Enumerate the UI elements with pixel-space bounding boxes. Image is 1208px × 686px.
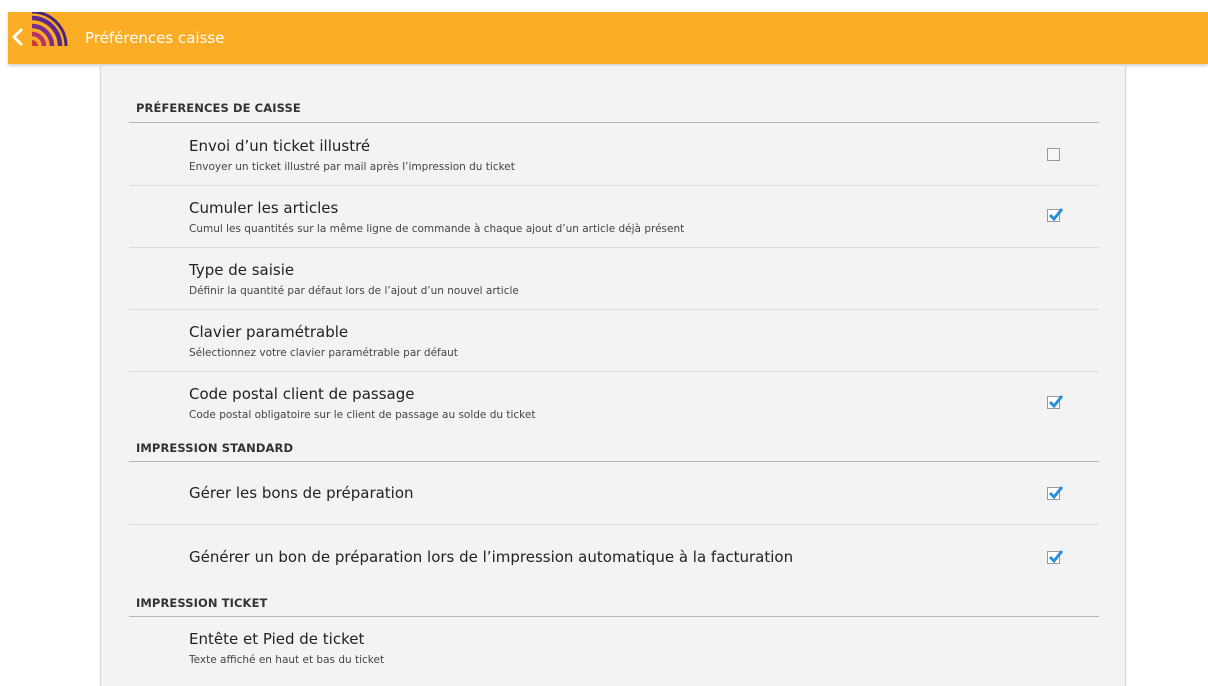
pref-envoi-ticket-illustre[interactable]: Envoi d’un ticket illustré Envoyer un ti… bbox=[129, 123, 1099, 185]
checkbox-cumuler-articles[interactable] bbox=[1047, 208, 1064, 222]
pref-cumuler-articles[interactable]: Cumuler les articles Cumul les quantités… bbox=[129, 186, 1099, 247]
pref-subtitle: Sélectionnez votre clavier paramétrable … bbox=[189, 347, 458, 359]
pref-type-saisie[interactable]: Type de saisie Définir la quantité par d… bbox=[129, 248, 1099, 309]
checkmark-icon bbox=[1048, 486, 1064, 500]
checkmark-icon bbox=[1048, 395, 1064, 409]
section-header-preferences-caisse: PRÉFERENCES DE CAISSE bbox=[136, 101, 301, 115]
chevron-left-icon bbox=[12, 28, 23, 46]
signal-logo-icon bbox=[31, 12, 68, 47]
checkbox-envoi-ticket-illustre[interactable] bbox=[1047, 148, 1060, 161]
section-header-impression-ticket: IMPRESSION TICKET bbox=[136, 596, 268, 610]
pref-code-postal[interactable]: Code postal client de passage Code posta… bbox=[129, 372, 1099, 430]
pref-subtitle: Définir la quantité par défaut lors de l… bbox=[189, 285, 519, 297]
pref-subtitle: Texte affiché en haut et bas du ticket bbox=[189, 654, 385, 666]
pref-title: Cumuler les articles bbox=[189, 199, 339, 217]
section-header-impression-standard: IMPRESSION STANDARD bbox=[136, 441, 294, 455]
pref-subtitle: Envoyer un ticket illustré par mail aprè… bbox=[189, 161, 515, 173]
checkmark-icon bbox=[1048, 208, 1064, 222]
checkbox-gerer-bons-preparation[interactable] bbox=[1047, 486, 1064, 500]
pref-title: Clavier paramétrable bbox=[189, 323, 349, 341]
pref-title: Générer un bon de préparation lors de l’… bbox=[189, 548, 794, 566]
settings-panel: PRÉFERENCES DE CAISSE Envoi d’un ticket … bbox=[100, 66, 1126, 686]
pref-title: Type de saisie bbox=[189, 261, 295, 279]
pref-clavier-parametrable[interactable]: Clavier paramétrable Sélectionnez votre … bbox=[129, 310, 1099, 371]
page-title: Préférences caisse bbox=[85, 29, 225, 47]
pref-title: Entête et Pied de ticket bbox=[189, 630, 365, 648]
pref-entete-pied-ticket[interactable]: Entête et Pied de ticket Texte affiché e… bbox=[129, 617, 1099, 677]
pref-title: Envoi d’un ticket illustré bbox=[189, 137, 371, 155]
action-bar: Préférences caisse bbox=[8, 12, 1208, 64]
checkbox-code-postal[interactable] bbox=[1047, 395, 1064, 409]
pref-generer-bon-preparation[interactable]: Générer un bon de préparation lors de l’… bbox=[129, 525, 1099, 589]
pref-title: Code postal client de passage bbox=[189, 385, 415, 403]
app-logo-icon bbox=[12, 12, 68, 47]
pref-gerer-bons-preparation[interactable]: Gérer les bons de préparation bbox=[129, 462, 1099, 524]
checkmark-icon bbox=[1048, 550, 1064, 564]
pref-subtitle: Code postal obligatoire sur le client de… bbox=[189, 409, 536, 421]
pref-title: Gérer les bons de préparation bbox=[189, 484, 414, 502]
back-button[interactable] bbox=[8, 12, 84, 64]
pref-subtitle: Cumul les quantités sur la même ligne de… bbox=[189, 223, 685, 235]
checkbox-generer-bon-preparation[interactable] bbox=[1047, 550, 1064, 564]
